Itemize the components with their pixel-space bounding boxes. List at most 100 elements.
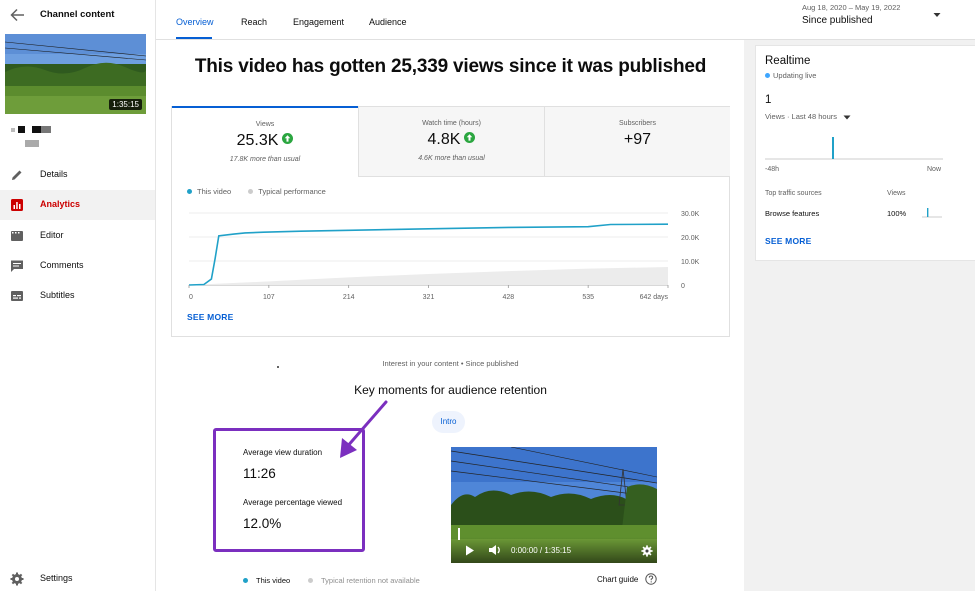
- sidebar-item-label: Editor: [40, 230, 64, 240]
- metric-tab-subscribers[interactable]: Subscribers +97: [544, 107, 730, 177]
- video-player[interactable]: 0:00:00 / 1:35:15: [451, 447, 657, 563]
- volume-icon[interactable]: [488, 544, 502, 556]
- traffic-source-sparkline: [922, 208, 942, 218]
- date-range-selector[interactable]: Since published: [802, 15, 873, 26]
- legend-dot: [243, 577, 248, 583]
- x-tick-label: 642 days: [640, 294, 669, 301]
- sidebar-item-label: Subtitles: [40, 290, 75, 300]
- channel-content-title: Channel content: [40, 9, 115, 20]
- tab-overview[interactable]: Overview: [176, 17, 214, 27]
- help-icon[interactable]: [645, 573, 657, 585]
- realtime-see-more-link[interactable]: SEE MORE: [765, 236, 811, 246]
- updating-live: Updating live: [765, 71, 816, 80]
- sidebar-item-comments[interactable]: Comments: [0, 251, 155, 281]
- play-icon[interactable]: [465, 545, 475, 556]
- views-line-chart: 0 10.0K 20.0K 30.0K 0 107 214 321 428 535 642 days: [188, 211, 700, 301]
- legend-dot-typical: [248, 188, 254, 194]
- sidebar-item-analytics[interactable]: Analytics: [0, 190, 155, 220]
- metric-title: Subscribers: [619, 120, 656, 127]
- realtime-axis-end: Now: [927, 166, 942, 173]
- page-headline: This video has gotten 25,339 views since…: [194, 56, 707, 77]
- chart-legend: This video Typical performance: [187, 187, 326, 196]
- sidebar-item-details[interactable]: Details: [0, 160, 155, 190]
- stray-dot: [277, 366, 279, 368]
- intro-chip[interactable]: Intro: [432, 411, 465, 433]
- x-tick-label: 107: [263, 294, 275, 301]
- traffic-sources-header: Top traffic sources: [765, 190, 822, 197]
- x-tick-label: 535: [582, 294, 594, 301]
- analytics-icon: [11, 199, 23, 211]
- metric-comparison: 17.8K more than usual: [229, 156, 301, 163]
- metric-tab-views[interactable]: Views 25.3K 17.8K more than usual: [172, 106, 358, 177]
- legend-dot-this-video: [187, 188, 192, 194]
- live-dot: [765, 72, 770, 78]
- metric-comparison: 4.6K more than usual: [418, 155, 485, 162]
- arrow-up-icon: [464, 132, 476, 144]
- y-tick-label: 10.0K: [681, 259, 700, 266]
- realtime-metric-select[interactable]: Views · Last 48 hours: [765, 112, 851, 121]
- metric-value: 4.8K: [359, 131, 544, 149]
- y-tick-label: 0: [681, 283, 685, 290]
- annotation-arrow-icon: [340, 400, 388, 458]
- y-tick-label: 30.0K: [681, 211, 700, 218]
- see-more-link[interactable]: SEE MORE: [187, 312, 233, 322]
- film-icon: [11, 231, 23, 241]
- analytics-app: Channel content 1:35:15 Details Analytic…: [0, 0, 975, 591]
- sidebar-item-label: Analytics: [40, 199, 81, 209]
- sidebar-item-label: Comments: [40, 260, 84, 270]
- x-tick-label: 214: [343, 294, 355, 301]
- metric-title: Views: [255, 121, 275, 128]
- retention-legend-this-video: This video: [243, 576, 290, 585]
- dropdown-caret-icon[interactable]: [933, 12, 941, 18]
- x-tick-label: 0: [189, 294, 193, 301]
- arrow-up-icon: [282, 133, 294, 145]
- date-range-text: Aug 18, 2020 – May 19, 2022: [802, 3, 901, 12]
- chart-guide-link[interactable]: Chart guide: [597, 575, 638, 584]
- back-arrow-icon[interactable]: [9, 8, 25, 22]
- metric-tab-watch-time[interactable]: Watch time (hours) 4.8K 4.6K more than u…: [358, 107, 544, 177]
- legend-label: Typical retention not available: [321, 576, 420, 585]
- settings-gear-icon[interactable]: [641, 545, 653, 557]
- traffic-views-header: Views: [887, 190, 906, 197]
- sidebar-item-label: Settings: [40, 573, 73, 583]
- comment-icon: [11, 260, 23, 272]
- video-duration-badge: 1:35:15: [109, 99, 142, 110]
- legend-label-typical: Typical performance: [258, 187, 326, 196]
- avg-percentage-label: Average percentage viewed: [243, 498, 343, 507]
- dropdown-caret-icon: [843, 115, 851, 120]
- realtime-count: 1: [765, 94, 772, 106]
- retention-legend-typical: Typical retention not available: [308, 576, 420, 585]
- avg-view-duration-value: 11:26: [243, 466, 276, 481]
- legend-dot: [308, 577, 313, 583]
- avg-view-duration-label: Average view duration: [243, 448, 323, 457]
- video-time: 0:00:00 / 1:35:15: [511, 546, 572, 555]
- realtime-sparkline: [765, 137, 943, 160]
- key-moments-title: Key moments for audience retention: [354, 383, 547, 397]
- legend-label: This video: [256, 576, 291, 585]
- metric-title: Watch time (hours): [422, 120, 481, 127]
- traffic-source-value: 100%: [887, 209, 907, 218]
- metrics-card: Views 25.3K 17.8K more than usual Watch …: [171, 106, 730, 337]
- tab-engagement[interactable]: Engagement: [293, 17, 344, 27]
- y-tick-label: 20.0K: [681, 235, 700, 242]
- pencil-icon: [12, 170, 22, 180]
- realtime-axis-start: -48h: [765, 166, 780, 173]
- metric-value: +97: [623, 131, 652, 148]
- sidebar-item-editor[interactable]: Editor: [0, 221, 155, 251]
- active-tab-indicator: [176, 37, 212, 39]
- subtitles-icon: [11, 291, 23, 301]
- avg-percentage-value: 12.0%: [243, 516, 282, 531]
- sidebar-item-subtitles[interactable]: Subtitles: [0, 281, 155, 311]
- video-thumbnail[interactable]: 1:35:15: [5, 34, 146, 114]
- sidebar-item-label: Details: [40, 169, 68, 179]
- realtime-title: Realtime: [765, 55, 811, 67]
- tab-reach[interactable]: Reach: [241, 17, 267, 27]
- interest-caption: Interest in your content • Since publish…: [382, 359, 519, 368]
- sidebar-item-settings[interactable]: Settings: [0, 564, 155, 591]
- tab-audience[interactable]: Audience: [369, 17, 407, 27]
- legend-label-this-video: This video: [197, 187, 232, 196]
- x-tick-label: 321: [423, 294, 435, 301]
- x-tick-label: 428: [502, 294, 514, 301]
- gear-icon: [10, 572, 24, 586]
- scrubber-handle[interactable]: [457, 528, 461, 540]
